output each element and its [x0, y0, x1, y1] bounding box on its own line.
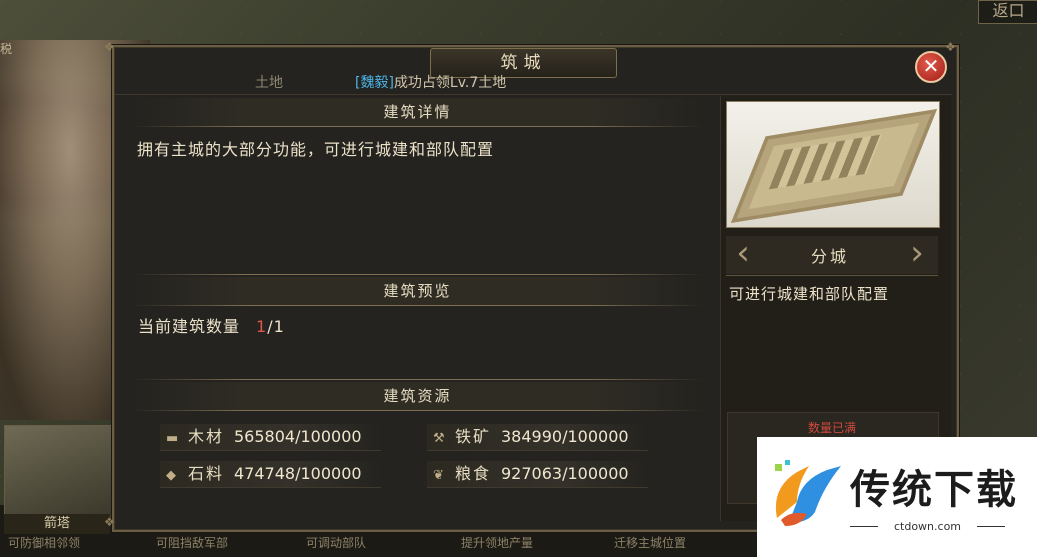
grain-icon: ❦	[433, 468, 444, 483]
count-total: /1	[267, 317, 285, 336]
selected-building-description: 可进行城建和部队配置	[729, 285, 890, 303]
resources-header: 建筑资源	[130, 382, 705, 410]
selector-divider	[726, 275, 938, 276]
count-current: 1	[256, 317, 268, 336]
watermark-url: ctdown.com	[893, 520, 962, 533]
quantity-full-status: 数量已满	[807, 421, 856, 435]
resource-name: 石料	[188, 464, 225, 483]
chevron-right-icon: ›	[910, 233, 924, 273]
system-notice: 土地 [魏毅]成功占领Lv.7土地	[255, 72, 506, 92]
preview-top-line	[130, 274, 705, 275]
corner-ornament: ❖	[104, 515, 115, 529]
resource-amount: 927063/100000	[501, 464, 629, 483]
bottom-desc: 可阻挡敌军部	[156, 536, 229, 550]
count-label: 当前建筑数量	[138, 317, 241, 336]
resource-amount: 474748/100000	[234, 464, 362, 483]
resource-wood: ▬ 木材 565804/100000	[160, 424, 381, 451]
building-description: 拥有主城的大部分功能，可进行城建和部队配置	[137, 140, 495, 159]
corner-ornament: ❖	[945, 40, 956, 54]
iron-icon: ⚒	[433, 431, 445, 446]
arrow-tower-thumbnail[interactable]	[4, 425, 112, 517]
selected-building-name: 分城	[810, 247, 849, 266]
resource-amount: 384990/100000	[501, 427, 629, 446]
details-header: 建筑详情	[130, 98, 705, 126]
divider	[115, 94, 952, 95]
bottom-desc: 可调动部队	[306, 536, 367, 550]
bottom-desc: 可防御相邻领	[8, 536, 81, 550]
resources-header-line	[130, 410, 705, 411]
resource-name: 木材	[188, 427, 225, 446]
wood-icon: ▬	[166, 431, 179, 446]
resource-name: 粮食	[455, 464, 492, 483]
stone-icon: ◆	[166, 468, 176, 483]
tax-label: 税	[0, 42, 13, 56]
resource-amount: 565804/100000	[234, 427, 362, 446]
bottom-desc: 提升领地产量	[461, 536, 534, 550]
notice-faction: [魏毅]	[355, 75, 394, 91]
next-building-button[interactable]: ›	[906, 236, 928, 274]
bottom-desc: 迁移主城位置	[614, 536, 687, 550]
city-illustration	[730, 108, 938, 224]
building-preview-image	[726, 101, 940, 228]
building-count: 当前建筑数量 1/1	[138, 313, 285, 337]
resource-name: 铁矿	[455, 427, 492, 446]
close-button[interactable]: ✕	[915, 51, 947, 83]
resources-top-line	[130, 379, 705, 380]
corner-ornament: ❖	[104, 40, 115, 54]
preview-header: 建筑预览	[130, 277, 705, 305]
resource-stone: ◆ 石料 474748/100000	[160, 461, 381, 488]
back-button[interactable]: 返口	[978, 0, 1037, 24]
notice-land-label: 土地	[255, 75, 283, 91]
watermark-title: 传统下载	[850, 467, 1018, 513]
notice-message: 成功占领Lv.7土地	[393, 75, 507, 91]
watermark-logo-icon	[775, 460, 841, 526]
prev-building-button[interactable]: ‹	[732, 236, 754, 274]
close-icon: ✕	[922, 54, 940, 78]
details-header-line	[130, 126, 705, 127]
resource-grain: ❦ 粮食 927063/100000	[427, 461, 648, 488]
resource-iron: ⚒ 铁矿 384990/100000	[427, 424, 648, 451]
chevron-left-icon: ‹	[736, 233, 750, 273]
preview-header-line	[130, 305, 705, 306]
